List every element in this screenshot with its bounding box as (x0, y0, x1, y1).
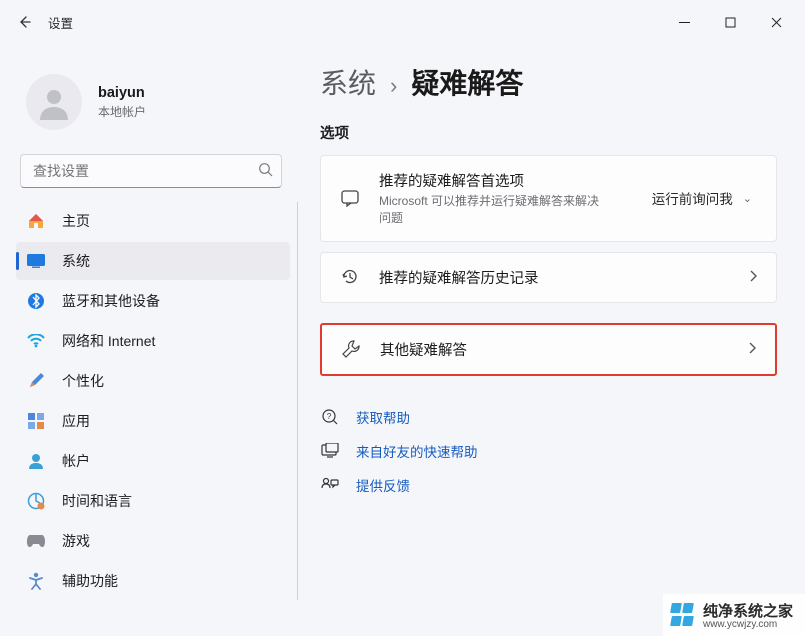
watermark-logo-icon (671, 603, 695, 627)
maximize-button[interactable] (707, 6, 753, 38)
card-title: 推荐的疑难解答首选项 (379, 170, 628, 191)
globe-clock-icon (26, 491, 46, 511)
chevron-right-icon (748, 269, 758, 286)
troubleshoot-history[interactable]: 推荐的疑难解答历史记录 (320, 252, 777, 303)
help-links: ? 获取帮助 来自好友的快速帮助 提供反馈 (320, 400, 777, 502)
breadcrumb-root[interactable]: 系统 (320, 62, 376, 102)
maximize-icon (725, 17, 736, 28)
paintbrush-icon (26, 371, 46, 391)
wrench-icon (340, 339, 362, 359)
window-title: 设置 (48, 13, 73, 32)
section-label: 选项 (320, 122, 777, 143)
search-box[interactable] (20, 154, 282, 188)
nav-scrollbar[interactable] (297, 202, 298, 600)
card-title: 推荐的疑难解答历史记录 (379, 267, 730, 288)
sidebar-item-label: 个性化 (62, 371, 104, 391)
sidebar-item-personalization[interactable]: 个性化 (16, 362, 290, 400)
user-icon (34, 82, 74, 122)
card-title: 其他疑难解答 (380, 339, 729, 360)
window-controls (661, 6, 799, 38)
sidebar-item-bluetooth[interactable]: 蓝牙和其他设备 (16, 282, 290, 320)
close-button[interactable] (753, 6, 799, 38)
svg-text:?: ? (327, 412, 332, 421)
sidebar-item-label: 网络和 Internet (62, 331, 155, 351)
chat-icon (339, 188, 361, 208)
link-label: 来自好友的快速帮助 (356, 441, 478, 461)
feedback-icon (320, 477, 340, 493)
sidebar-item-label: 应用 (62, 411, 90, 431)
back-button[interactable] (6, 4, 42, 40)
sidebar-item-accessibility[interactable]: 辅助功能 (16, 562, 290, 600)
chevron-right-icon (747, 341, 757, 358)
sidebar-item-label: 时间和语言 (62, 491, 132, 511)
sidebar-item-time-language[interactable]: 时间和语言 (16, 482, 290, 520)
sidebar-item-network[interactable]: 网络和 Internet (16, 322, 290, 360)
sidebar-item-label: 帐户 (62, 451, 90, 471)
watermark: 纯净系统之家 www.ycwjzy.com (663, 594, 805, 636)
screen-icon (320, 443, 340, 459)
chevron-right-icon: › (390, 73, 397, 99)
quick-assist-link[interactable]: 来自好友的快速帮助 (320, 434, 777, 468)
sidebar-item-label: 辅助功能 (62, 571, 118, 591)
minimize-icon (679, 17, 690, 28)
sidebar-item-label: 蓝牙和其他设备 (62, 291, 160, 311)
troubleshoot-other[interactable]: 其他疑难解答 (320, 323, 777, 376)
minimize-button[interactable] (661, 6, 707, 38)
main-content: 系统 › 疑难解答 选项 推荐的疑难解答首选项 Microsoft 可以推荐并运… (302, 44, 805, 636)
system-icon (26, 251, 46, 271)
troubleshoot-recommended-prefs[interactable]: 推荐的疑难解答首选项 Microsoft 可以推荐并运行疑难解答来解决问题 运行… (320, 155, 777, 242)
breadcrumb-leaf: 疑难解答 (411, 62, 523, 102)
watermark-title: 纯净系统之家 (703, 600, 793, 621)
sidebar-item-apps[interactable]: 应用 (16, 402, 290, 440)
bluetooth-icon (26, 291, 46, 311)
accounts-icon (26, 451, 46, 471)
card-subtitle: Microsoft 可以推荐并运行疑难解答来解决问题 (379, 193, 599, 227)
chevron-down-icon: ⌄ (743, 192, 752, 205)
help-icon: ? (320, 408, 340, 426)
sidebar-item-accounts[interactable]: 帐户 (16, 442, 290, 480)
close-icon (771, 17, 782, 28)
user-account-type: 本地帐户 (98, 103, 146, 120)
gamepad-icon (26, 531, 46, 551)
search-input[interactable] (33, 163, 258, 179)
history-icon (339, 267, 361, 287)
apps-icon (26, 411, 46, 431)
user-name: baiyun (98, 85, 146, 101)
sidebar: baiyun 本地帐户 主页 (0, 44, 302, 636)
troubleshoot-pref-dropdown[interactable]: 运行前询问我 ⌄ (646, 184, 758, 212)
home-icon (26, 211, 46, 231)
sidebar-item-label: 系统 (62, 251, 90, 271)
sidebar-item-label: 主页 (62, 211, 90, 231)
titlebar: 设置 (0, 0, 805, 44)
sidebar-item-system[interactable]: 系统 (16, 242, 290, 280)
link-label: 获取帮助 (356, 407, 410, 427)
sidebar-item-gaming[interactable]: 游戏 (16, 522, 290, 560)
get-help-link[interactable]: ? 获取帮助 (320, 400, 777, 434)
feedback-link[interactable]: 提供反馈 (320, 468, 777, 502)
back-arrow-icon (16, 14, 32, 30)
sidebar-item-privacy[interactable]: 隐私和安全性 (16, 602, 290, 604)
accessibility-icon (26, 571, 46, 591)
user-block[interactable]: baiyun 本地帐户 (4, 44, 298, 154)
wifi-icon (26, 331, 46, 351)
sidebar-item-label: 游戏 (62, 531, 90, 551)
breadcrumb: 系统 › 疑难解答 (320, 62, 777, 102)
sidebar-item-home[interactable]: 主页 (16, 202, 290, 240)
avatar (26, 74, 82, 130)
search-icon (258, 162, 273, 180)
link-label: 提供反馈 (356, 475, 410, 495)
dropdown-value: 运行前询问我 (652, 188, 733, 208)
nav: 主页 系统 蓝牙和其他设备 (4, 202, 298, 604)
